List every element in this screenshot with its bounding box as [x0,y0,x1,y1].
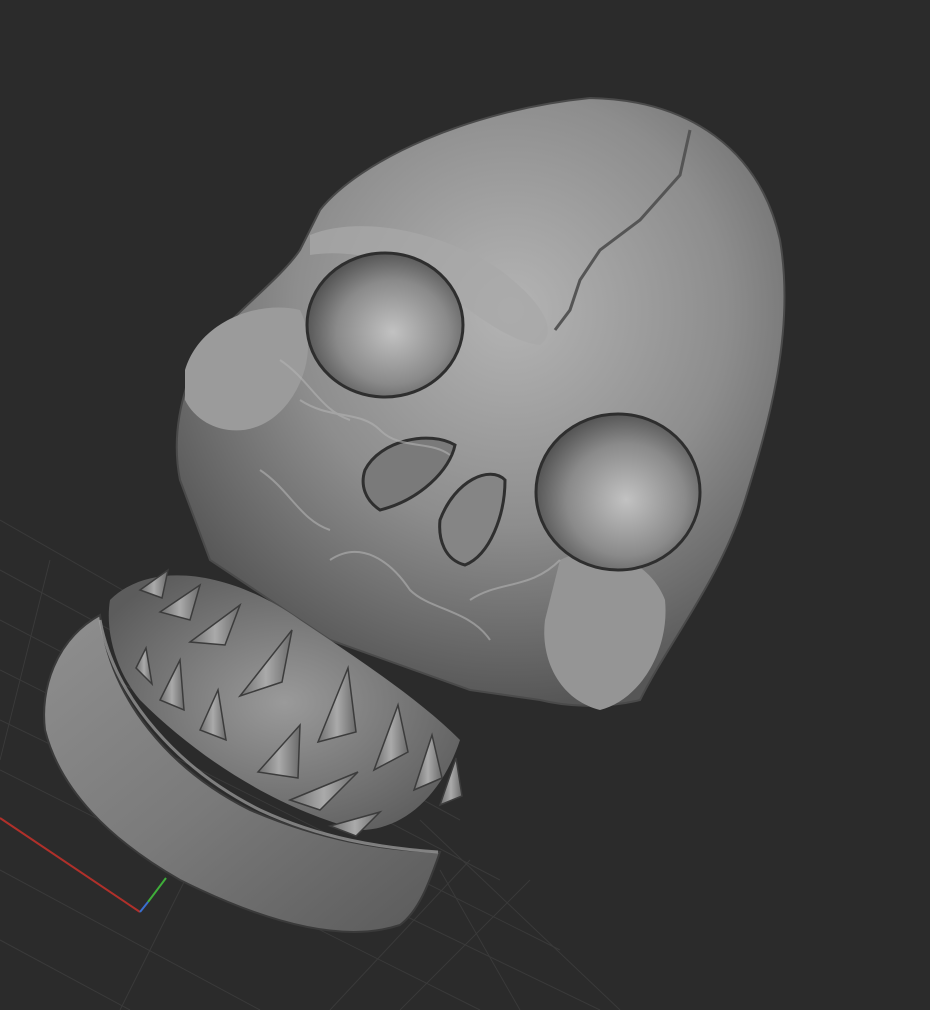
right-eye-socket[interactable] [534,412,702,572]
3d-viewport[interactable] [0,0,930,1010]
skull-model[interactable] [43,96,786,934]
viewport-scene[interactable] [0,0,930,1010]
z-axis-line [139,901,149,913]
y-axis-line [147,877,167,903]
left-eye-socket[interactable] [305,251,465,399]
